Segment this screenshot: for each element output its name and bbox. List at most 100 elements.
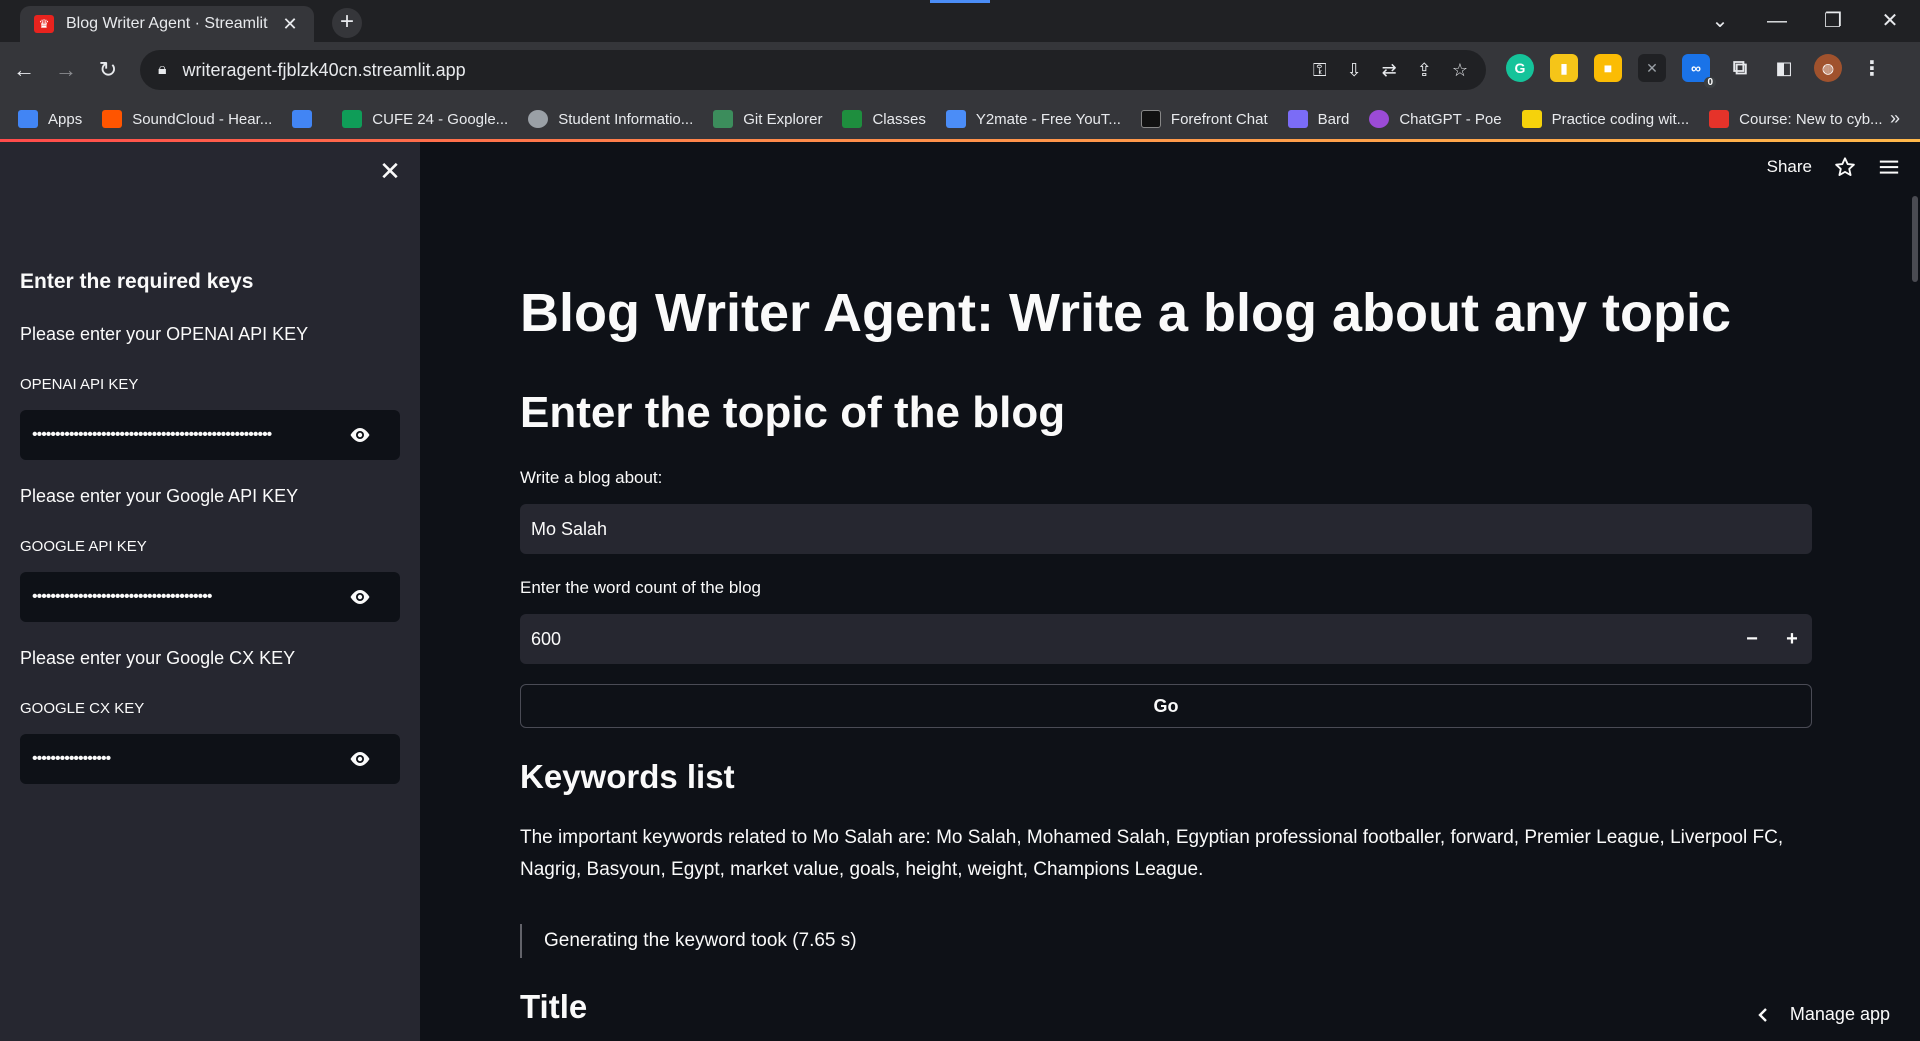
hamburger-menu-icon[interactable] [1878,156,1900,178]
install-app-icon[interactable]: ⇩ [1347,60,1362,81]
url-text: writeragent-fjblzk40cn.streamlit.app [182,59,466,80]
bookmark-star-icon[interactable]: ☆ [1452,60,1468,81]
bookmark-label: Apps [48,110,83,128]
share-page-icon[interactable]: ⇪ [1417,60,1432,81]
google-classroom-icon [842,110,863,128]
git-explorer-icon [713,110,734,128]
bookmark-item[interactable]: CUFE 24 - Google... [342,110,508,128]
scrollbar[interactable] [1912,196,1918,282]
bookmark-item[interactable]: Practice coding wit... [1521,110,1690,128]
sticky-extension-icon[interactable]: ■ [1594,54,1622,82]
tab-close-icon[interactable]: ✕ [280,14,300,35]
translate-icon[interactable]: ⇄ [1382,60,1397,81]
show-password-eye-icon[interactable] [348,587,372,607]
browser-toolbar: ← → ↻ 🔒︎ writeragent-fjblzk40cn.streamli… [0,42,1920,98]
openai-label: OPENAI API KEY [20,376,139,393]
increment-button[interactable]: + [1772,628,1812,651]
bookmarks-overflow-icon[interactable]: » [1890,108,1900,129]
profile-avatar[interactable]: ◍ [1814,54,1842,82]
google-key-input[interactable]: ••••••••••••••••••••••••••••••••••••••• [20,572,400,622]
bookmark-label: Student Informatio... [558,110,694,128]
restore-button[interactable]: ❐ [1813,6,1853,36]
bookmark-item[interactable]: Course: New to cyb... [1709,110,1883,128]
address-bar[interactable]: 🔒︎ writeragent-fjblzk40cn.streamlit.app … [140,50,1486,90]
forefront-icon [1140,110,1161,128]
main-content: Share Blog Writer Agent: Write a blog ab… [420,142,1920,1041]
wordcount-input[interactable]: 600 − + [520,614,1812,664]
lock-icon[interactable]: 🔒︎ [158,61,167,79]
section-heading-topic: Enter the topic of the blog [520,388,1066,437]
timing-blockquote: Generating the keyword took (7.65 s) [520,924,857,958]
bookmark-item[interactable]: Y2mate - Free YouT... [945,110,1121,128]
app-header-actions: Share [1767,156,1900,178]
keywords-heading: Keywords list [520,758,735,795]
wordcount-label: Enter the word count of the blog [520,578,761,597]
bookmark-label: Forefront Chat [1170,110,1268,128]
download-icon [945,110,966,128]
tab-strip-indicator [930,0,990,3]
bookmark-item[interactable]: SoundCloud - Hear... [102,110,272,128]
topic-value: Mo Salah [531,518,608,539]
bookmark-label: Practice coding wit... [1551,110,1690,128]
show-password-eye-icon[interactable] [348,749,372,769]
openai-prompt: Please enter your OPENAI API KEY [20,324,309,344]
bookmark-label: ChatGPT - Poe [1399,110,1502,128]
cx-prompt: Please enter your Google CX KEY [20,648,296,668]
google-key-value: ••••••••••••••••••••••••••••••••••••••• [32,588,212,605]
tab-search-icon[interactable]: ⌄ [1700,6,1740,36]
globe-icon [528,110,549,128]
bookmark-item[interactable]: Forefront Chat [1140,110,1268,128]
browser-tab-active[interactable]: ♛ Blog Writer Agent · Streamlit ✕ [20,6,314,42]
keywords-text: The important keywords related to Mo Sal… [520,827,1784,880]
bookmark-label: CUFE 24 - Google... [372,110,509,128]
star-icon[interactable] [1834,156,1856,178]
browser-menu-icon[interactable]: ⋮ [1858,54,1886,82]
bookmark-label: Bard [1317,110,1350,128]
google-translate-icon [292,110,313,128]
openai-key-input[interactable]: ••••••••••••••••••••••••••••••••••••••••… [20,410,400,460]
close-window-button[interactable]: ✕ [1870,6,1910,36]
bookmark-item[interactable]: Git Explorer [713,110,822,128]
x-extension-icon[interactable]: ✕ [1638,54,1666,82]
key-icon[interactable]: ⚿ [1313,60,1327,81]
reload-icon[interactable]: ↻ [92,54,124,86]
bookmark-label: Git Explorer [743,110,823,128]
bookmark-item[interactable]: Classes [842,110,926,128]
title-heading: Title [520,988,588,1025]
close-sidebar-icon[interactable]: ✕ [378,158,402,184]
bookmark-item[interactable]: Student Informatio... [528,110,693,128]
browser-titlebar: ♛ Blog Writer Agent · Streamlit ✕ + ⌄ — … [0,0,1920,42]
google-label: GOOGLE API KEY [20,538,147,555]
google-drive-icon [342,110,363,128]
notes-extension-icon[interactable]: ▮ [1550,54,1578,82]
extension-badge: 0 [1704,77,1716,88]
google-prompt: Please enter your Google API KEY [20,486,299,506]
back-arrow-icon[interactable]: ← [8,54,40,86]
topic-label: Write a blog about: [520,468,663,487]
grammarly-extension-icon[interactable]: G [1506,54,1534,82]
page-title: Blog Writer Agent: Write a blog about an… [520,283,1732,343]
minimize-button[interactable]: — [1757,6,1797,36]
decrement-button[interactable]: − [1732,628,1772,651]
show-password-eye-icon[interactable] [348,425,372,445]
bookmark-item[interactable] [292,110,322,128]
practice-coding-icon [1521,110,1542,128]
soundcloud-icon [102,110,123,128]
meta-extension-icon[interactable]: ∞ 0 [1682,54,1716,88]
manage-app-button[interactable]: Manage app [1756,1004,1890,1025]
openai-key-value: ••••••••••••••••••••••••••••••••••••••••… [32,426,272,443]
new-tab-button[interactable]: + [332,8,362,38]
share-button[interactable]: Share [1767,157,1812,177]
poe-icon [1369,110,1390,128]
topic-input[interactable]: Mo Salah [520,504,1812,554]
side-panel-icon[interactable]: ◧ [1770,54,1798,82]
extensions-puzzle-icon[interactable]: ⧉ [1726,54,1754,82]
bookmark-item[interactable]: Apps [18,110,82,128]
streamlit-favicon-icon: ♛ [34,15,54,33]
bookmarks-bar: Apps SoundCloud - Hear... CUFE 24 - Goog… [0,98,1920,140]
forward-arrow-icon[interactable]: → [50,54,82,86]
bookmark-item[interactable]: Bard [1287,110,1350,128]
go-button[interactable]: Go [520,684,1812,728]
cx-key-input[interactable]: ••••••••••••••••• [20,734,400,784]
bookmark-item[interactable]: ChatGPT - Poe [1369,110,1502,128]
